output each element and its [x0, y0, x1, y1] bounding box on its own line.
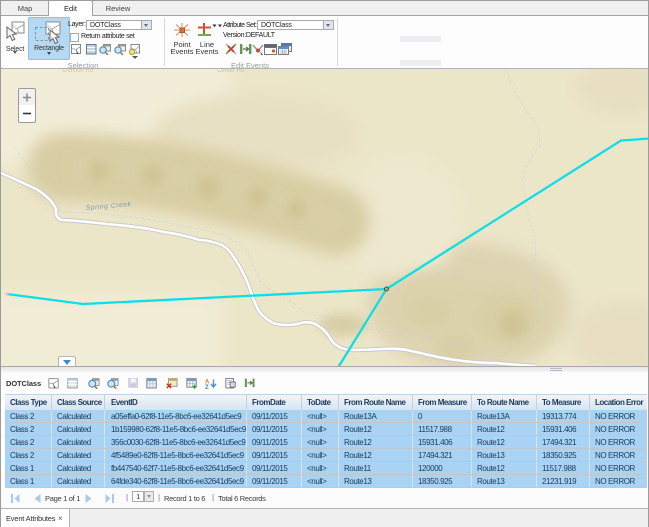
svg-text:Center Rd: Center Rd: [217, 69, 244, 74]
svg-text:Z: Z: [205, 385, 209, 389]
svg-text:Durston Rd: Durston Rd: [63, 69, 93, 74]
